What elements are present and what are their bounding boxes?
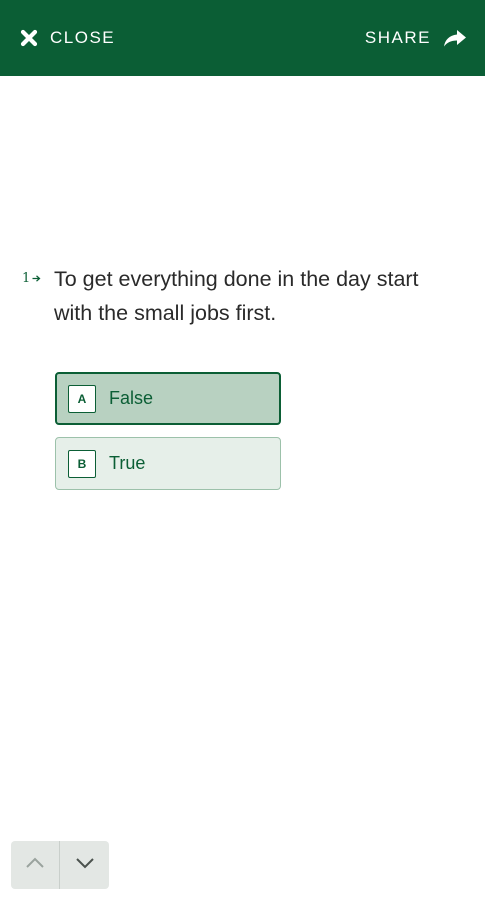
choice-a-button[interactable]: A False [55,372,281,425]
close-label: CLOSE [50,28,116,47]
share-button[interactable]: SHARE [365,0,467,76]
question-navigation [11,841,109,889]
choice-label: True [109,453,146,473]
question-number: 1 [22,271,41,286]
question-text: To get everything done in the day start … [54,267,419,325]
choice-key: A [68,384,96,413]
previous-question-button[interactable] [11,841,60,889]
close-button[interactable]: CLOSE [20,0,115,76]
question-number-text: 1 [22,271,31,286]
choice-b-button[interactable]: B True [55,437,281,490]
chevron-up-icon [25,856,45,874]
close-icon [20,29,38,47]
next-question-button[interactable] [60,841,109,889]
choice-key: B [68,449,96,478]
chevron-down-icon [75,856,95,874]
arrow-right-icon [32,274,41,283]
choice-label: False [109,388,154,408]
share-arrow-icon [443,29,467,47]
top-bar: CLOSE SHARE [0,0,485,76]
share-label: SHARE [364,28,431,47]
